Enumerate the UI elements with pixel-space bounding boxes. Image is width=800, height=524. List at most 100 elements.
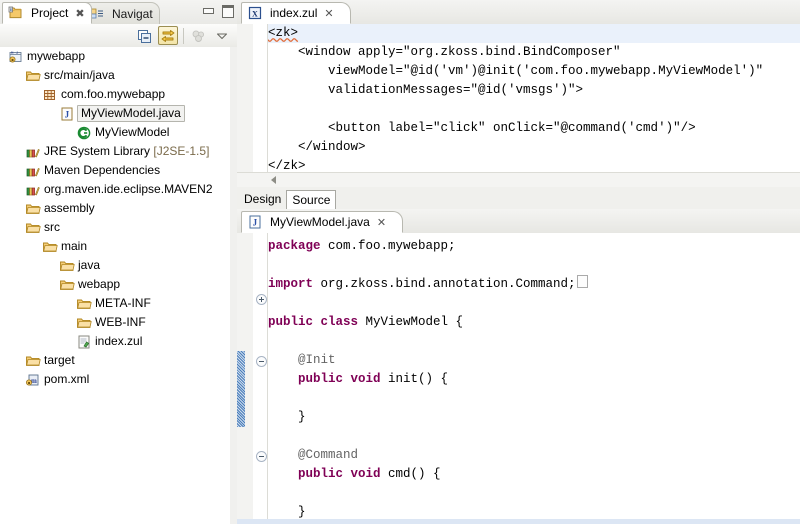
- code-line: validationMessages="@id('vmsgs')">: [268, 83, 584, 97]
- close-icon[interactable]: ✖: [75, 7, 84, 20]
- tree-label: webapp: [78, 277, 121, 291]
- tree-item-jre-system-library[interactable]: JRE System Library [J2SE-1.5]: [0, 142, 230, 161]
- tree-label: Maven Dependencies: [44, 163, 161, 177]
- tree-label: target: [44, 353, 75, 367]
- code-keyword: package: [268, 239, 329, 253]
- change-bar: [237, 351, 245, 427]
- package-icon: [42, 87, 58, 103]
- folder-icon: [76, 315, 92, 331]
- java-editor-tabbar: J MyViewModel.java ✕: [237, 209, 800, 234]
- tab-myviewmodel-java-label: MyViewModel.java: [270, 215, 370, 229]
- tab-source[interactable]: Source: [286, 190, 337, 209]
- folder-icon: [25, 353, 41, 369]
- tree-item-maven-dependencies[interactable]: Maven Dependencies: [0, 161, 230, 180]
- tree-item-package[interactable]: com.foo.mywebapp: [0, 85, 230, 104]
- xml-editor-page-tabs: Design Source: [237, 187, 800, 209]
- fold-collapse-icon[interactable]: [256, 356, 267, 367]
- tab-myviewmodel-java[interactable]: J MyViewModel.java ✕: [241, 211, 404, 233]
- fold-expand-icon[interactable]: [256, 294, 267, 305]
- project-tree[interactable]: M J mywebapp src/main/java com.foo.myweb…: [0, 47, 231, 524]
- java-file-icon: J: [59, 106, 75, 122]
- tab-project[interactable]: Project ✖: [2, 2, 92, 24]
- tree-label: org.maven.ide.eclipse.MAVEN2: [44, 182, 213, 196]
- tree-label: pom.xml: [44, 372, 90, 386]
- maximize-icon[interactable]: [220, 4, 234, 18]
- tree-item-mywebapp[interactable]: M J mywebapp: [0, 47, 230, 66]
- code-line: </window>: [268, 140, 366, 154]
- folder-icon: [59, 258, 75, 274]
- tree-item-assembly[interactable]: assembly: [0, 199, 230, 218]
- code-line: @Command: [268, 446, 800, 465]
- tree-item-main[interactable]: main: [0, 237, 230, 256]
- tree-label: mywebapp: [27, 49, 86, 63]
- xml-code-lines: <zk> <window apply="org.zkoss.bind.BindC…: [268, 24, 800, 187]
- tab-navigator[interactable]: Navigat: [83, 2, 160, 24]
- tree-label: main: [61, 239, 88, 253]
- java-code-viewport[interactable]: package com.foo.mywebapp; import org.zko…: [237, 233, 800, 524]
- code-line: import org.zkoss.bind.annotation.Command…: [268, 275, 800, 294]
- svg-text:M J: M J: [11, 52, 18, 56]
- folder-icon: [25, 220, 41, 236]
- scroll-left-arrow-icon[interactable]: [271, 176, 276, 184]
- tree-item-index-zul[interactable]: index.zul: [0, 332, 230, 351]
- editor-area: X index.zul ✕ <zk> <window apply="org.zk…: [237, 0, 800, 524]
- tree-item-java-folder[interactable]: java: [0, 256, 230, 275]
- tree-item-myviewmodel-java[interactable]: J MyViewModel.java: [0, 104, 230, 123]
- project-tree-scrollbar[interactable]: [230, 47, 237, 524]
- code-keyword: import: [268, 277, 321, 291]
- tree-item-meta-inf[interactable]: META-INF: [0, 294, 230, 313]
- code-keyword: public void: [298, 372, 389, 386]
- close-icon[interactable]: ✕: [324, 7, 333, 20]
- code-line: public void cmd() {: [268, 465, 800, 484]
- fold-collapse-icon[interactable]: [256, 451, 267, 462]
- tab-index-zul-label: index.zul: [270, 6, 318, 20]
- view-filters-icon[interactable]: [189, 26, 209, 45]
- code-text: MyViewModel {: [365, 315, 464, 329]
- minimize-icon[interactable]: [201, 4, 215, 17]
- xml-source-editor[interactable]: <zk> <window apply="org.zkoss.bind.BindC…: [237, 24, 800, 187]
- tab-design[interactable]: Design: [239, 190, 286, 209]
- code-line: }: [268, 408, 800, 427]
- tree-item-webapp[interactable]: webapp: [0, 275, 230, 294]
- code-line: viewModel="@id('vm')@init('com.foo.myweb…: [268, 64, 764, 78]
- collapsed-imports-icon[interactable]: [576, 275, 588, 288]
- xml-horizontal-scrollbar[interactable]: [237, 172, 800, 187]
- close-icon[interactable]: ✕: [377, 216, 386, 229]
- xml-annotation-gutter: [237, 24, 254, 187]
- tree-item-target[interactable]: target: [0, 351, 230, 370]
- tab-project-label: Project: [31, 6, 69, 20]
- tree-item-myviewmodel-class[interactable]: MyViewModel: [0, 123, 230, 142]
- tree-label-suffix: [J2SE-1.5]: [153, 144, 210, 158]
- code-line: public class MyViewModel {: [268, 313, 800, 332]
- view-window-buttons: [201, 4, 234, 18]
- svg-text:J: J: [253, 217, 258, 227]
- code-text: org.zkoss.bind.annotation.Command;: [320, 277, 576, 291]
- tree-label: index.zul: [95, 334, 143, 348]
- java-project-icon: M J: [8, 49, 24, 65]
- folder-icon: [59, 277, 75, 293]
- collapse-all-icon[interactable]: [135, 26, 155, 45]
- tree-item-maven2-library[interactable]: org.maven.ide.eclipse.MAVEN2: [0, 180, 230, 199]
- tab-index-zul[interactable]: X index.zul ✕: [241, 2, 351, 24]
- code-keyword: public void: [298, 467, 389, 481]
- tree-item-pom-xml[interactable]: m pom.xml: [0, 370, 230, 389]
- tree-label: WEB-INF: [95, 315, 146, 329]
- tree-label-text: JRE System Library: [44, 144, 151, 158]
- java-source-editor: J MyViewModel.java ✕ package com.foo.myw…: [237, 209, 800, 524]
- tree-item-src-main-java[interactable]: src/main/java: [0, 66, 230, 85]
- view-menu-icon[interactable]: [212, 26, 232, 45]
- code-line: @Init: [268, 351, 800, 370]
- link-with-editor-icon[interactable]: [158, 26, 178, 45]
- library-icon: [25, 163, 41, 179]
- code-text: com.foo.mywebapp;: [328, 239, 456, 253]
- code-annotation: @Init: [268, 353, 336, 367]
- library-icon: [25, 144, 41, 160]
- folder-icon: [76, 296, 92, 312]
- tree-item-src[interactable]: src: [0, 218, 230, 237]
- tree-item-web-inf[interactable]: WEB-INF: [0, 313, 230, 332]
- maven-pom-icon: m: [25, 372, 41, 388]
- code-line: <zk>: [268, 24, 800, 43]
